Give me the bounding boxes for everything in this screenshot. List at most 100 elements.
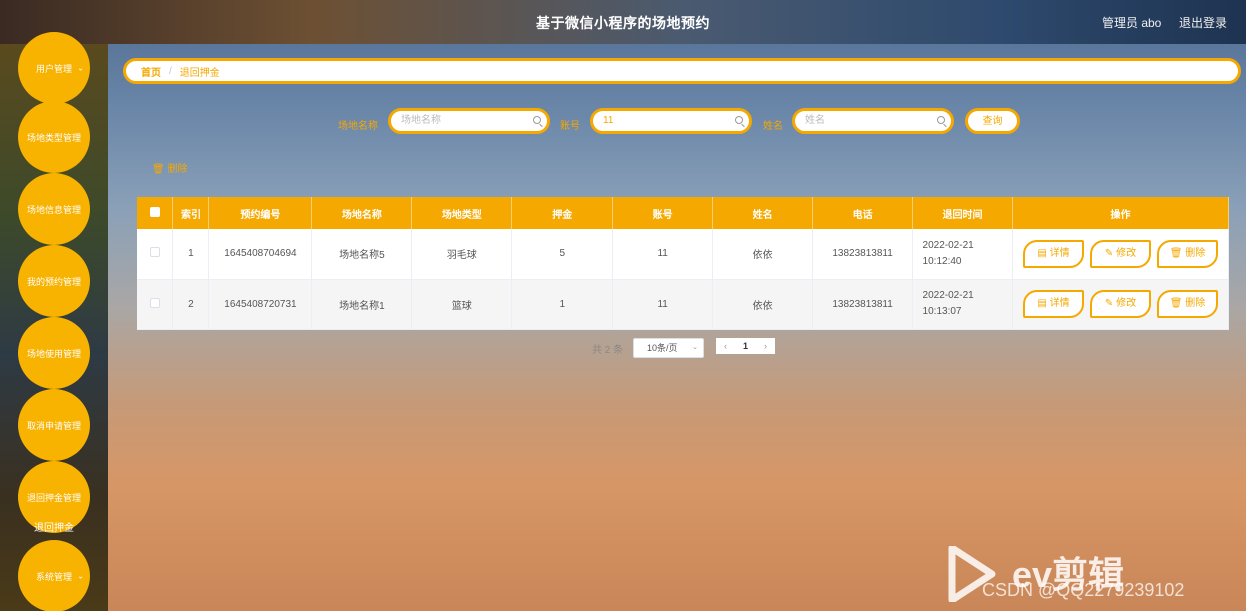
page-number-1[interactable]: 1 bbox=[743, 341, 748, 351]
detail-button[interactable]: ▤ 详情 bbox=[1023, 290, 1085, 318]
refund-time: 2022-02-21 10:12:40 bbox=[922, 239, 974, 267]
cell-deposit: 5 bbox=[511, 229, 614, 280]
venue-name-label: 场地名称 bbox=[338, 121, 378, 132]
sidebar-item-venue-type[interactable]: 场地类型管理 bbox=[18, 101, 90, 173]
delete-button[interactable]: 🗑 删除 bbox=[1157, 239, 1219, 268]
cell-deposit: 1 bbox=[511, 279, 614, 330]
col-deposit: 押金 bbox=[511, 197, 614, 229]
cell-name: 依依 bbox=[712, 279, 814, 330]
col-name: 姓名 bbox=[712, 197, 814, 229]
col-time: 退回时间 bbox=[912, 197, 1014, 229]
cell-time: 2022-02-21 10:13:07 bbox=[912, 279, 1014, 330]
cell-venue: 场地名称5 bbox=[311, 229, 413, 280]
search-icon bbox=[937, 116, 945, 124]
cell-type: 篮球 bbox=[411, 279, 513, 330]
document-icon: ▤ bbox=[1037, 247, 1050, 259]
row-checkbox[interactable] bbox=[137, 279, 174, 330]
top-bar: 基于微信小程序的场地预约 管理员 abo 退出登录 bbox=[0, 0, 1246, 44]
checkbox-icon bbox=[149, 297, 160, 308]
sidebar-item-venue-info[interactable]: 场地信息管理 bbox=[18, 173, 90, 245]
sidebar-item-label: 取消申请管理 bbox=[26, 420, 81, 431]
prev-page-button[interactable]: ‹ bbox=[724, 341, 727, 351]
chevron-down-icon: ⌄ bbox=[77, 571, 84, 581]
cell-index: 1 bbox=[172, 229, 210, 280]
col-account: 账号 bbox=[612, 197, 714, 229]
cell-booking-no: 1645408704694 bbox=[208, 229, 313, 280]
table-row: 1 1645408704694 场地名称5 羽毛球 5 11 依依 138238… bbox=[137, 229, 1229, 280]
cell-index: 2 bbox=[172, 279, 210, 330]
pencil-icon: ✎ bbox=[1104, 247, 1117, 259]
trash-icon: 🗑 bbox=[152, 164, 165, 175]
page-title: 基于微信小程序的场地预约 bbox=[536, 15, 710, 31]
account-label: 账号 bbox=[560, 121, 580, 132]
cell-phone: 13823813811 bbox=[812, 229, 914, 280]
col-type: 场地类型 bbox=[411, 197, 513, 229]
sidebar-item-label: 我的预约管理 bbox=[26, 276, 81, 287]
breadcrumb-home[interactable]: 首页 bbox=[141, 64, 161, 79]
watermark-csdn: CSDN @QQ2279239102 bbox=[982, 580, 1185, 600]
name-placeholder: 姓名 bbox=[805, 115, 825, 126]
sidebar-item-label: 用户管理 bbox=[35, 63, 72, 74]
search-icon bbox=[533, 116, 541, 124]
col-venue: 场地名称 bbox=[311, 197, 413, 229]
cell-account: 11 bbox=[612, 279, 714, 330]
chevron-down-icon: ⌄ bbox=[692, 344, 698, 351]
account-input[interactable]: 11 bbox=[590, 108, 752, 134]
detail-button[interactable]: ▤ 详情 bbox=[1023, 239, 1085, 268]
table-row: 2 1645408720731 场地名称1 篮球 1 11 依依 1382381… bbox=[137, 279, 1229, 330]
col-index: 索引 bbox=[172, 197, 210, 229]
query-button[interactable]: 查询 bbox=[965, 108, 1020, 134]
sidebar-item-system[interactable]: 系统管理 ⌄ bbox=[18, 540, 90, 611]
col-actions: 操作 bbox=[1012, 197, 1229, 229]
current-user: 管理员 abo bbox=[1102, 16, 1162, 30]
sidebar-subitem-deposit-refund[interactable]: 退回押金 bbox=[34, 519, 74, 534]
next-page-button[interactable]: › bbox=[764, 341, 767, 351]
account-value: 11 bbox=[603, 115, 614, 126]
col-phone: 电话 bbox=[812, 197, 914, 229]
pagination-total: 共 2 条 bbox=[592, 345, 624, 356]
trash-icon: 🗑 bbox=[1169, 298, 1186, 309]
pagination-nav: ‹ 1 › bbox=[716, 338, 775, 354]
logout-link[interactable]: 退出登录 bbox=[1179, 14, 1227, 31]
sidebar-item-label: 退回押金管理 bbox=[26, 492, 81, 503]
batch-delete-button[interactable]: 🗑 删除 bbox=[152, 160, 187, 175]
breadcrumb-separator: / bbox=[169, 65, 172, 77]
select-all-checkbox[interactable] bbox=[137, 197, 174, 229]
sidebar-item-label: 场地类型管理 bbox=[26, 132, 81, 143]
sidebar-item-label: 系统管理 bbox=[35, 571, 72, 582]
chevron-down-icon: ⌄ bbox=[77, 63, 84, 73]
col-booking-no: 预约编号 bbox=[208, 197, 313, 229]
sidebar-item-user-management[interactable]: 用户管理 ⌄ bbox=[18, 32, 90, 104]
search-icon bbox=[735, 116, 743, 124]
sidebar-item-my-booking[interactable]: 我的预约管理 bbox=[18, 245, 90, 317]
cell-actions: ▤ 详情 ✎ 修改 🗑 删除 bbox=[1012, 279, 1229, 330]
name-input[interactable]: 姓名 bbox=[792, 108, 954, 134]
page-size-select[interactable]: 10条/页 ⌄ bbox=[633, 338, 704, 358]
venue-name-input[interactable]: 场地名称 bbox=[388, 108, 550, 134]
table-header-row: 索引 预约编号 场地名称 场地类型 押金 账号 姓名 电话 退回时间 操作 bbox=[137, 197, 1229, 229]
pencil-icon: ✎ bbox=[1104, 298, 1117, 309]
batch-delete-label: 删除 bbox=[167, 164, 188, 175]
sidebar-item-cancel-request[interactable]: 取消申请管理 bbox=[18, 389, 90, 461]
cell-type: 羽毛球 bbox=[411, 229, 513, 280]
cell-account: 11 bbox=[612, 229, 714, 280]
cell-time: 2022-02-21 10:12:40 bbox=[912, 229, 1014, 280]
checkbox-icon bbox=[149, 247, 160, 258]
delete-button[interactable]: 🗑 删除 bbox=[1157, 290, 1219, 318]
cell-venue: 场地名称1 bbox=[311, 279, 413, 330]
name-label: 姓名 bbox=[763, 121, 783, 132]
cell-name: 依依 bbox=[712, 229, 814, 280]
row-checkbox[interactable] bbox=[137, 229, 174, 280]
edit-button[interactable]: ✎ 修改 bbox=[1090, 290, 1152, 318]
page-size-value: 10条/页 bbox=[647, 343, 678, 353]
edit-button[interactable]: ✎ 修改 bbox=[1090, 239, 1152, 268]
cell-actions: ▤ 详情 ✎ 修改 🗑 删除 bbox=[1012, 229, 1229, 280]
cell-booking-no: 1645408720731 bbox=[208, 279, 313, 330]
refund-time: 2022-02-21 10:13:07 bbox=[922, 290, 974, 317]
sidebar-item-label: 场地使用管理 bbox=[26, 348, 81, 359]
sidebar-item-venue-usage[interactable]: 场地使用管理 bbox=[18, 317, 90, 389]
venue-name-placeholder: 场地名称 bbox=[401, 115, 441, 126]
checkbox-icon bbox=[149, 206, 160, 217]
refund-table: 索引 预约编号 场地名称 场地类型 押金 账号 姓名 电话 退回时间 操作 1 … bbox=[137, 197, 1229, 330]
trash-icon: 🗑 bbox=[1169, 247, 1186, 259]
